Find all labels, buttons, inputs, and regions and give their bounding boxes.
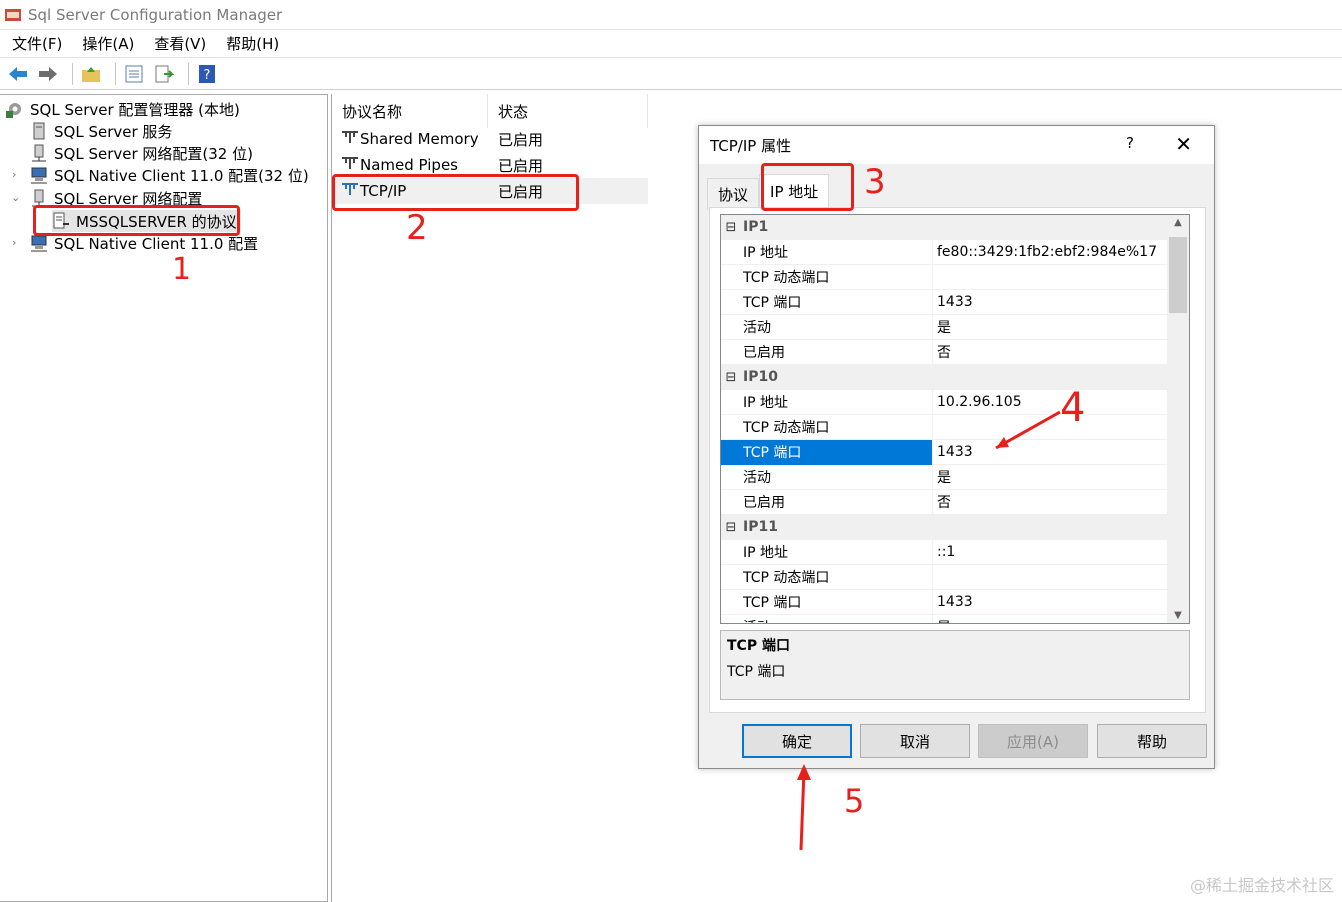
- watermark: @稀土掘金技术社区: [1189, 876, 1334, 895]
- annotation-arrows: [797, 410, 1061, 851]
- main-window: Sql Server Configuration Manager 文件(F) 操…: [0, 0, 1342, 902]
